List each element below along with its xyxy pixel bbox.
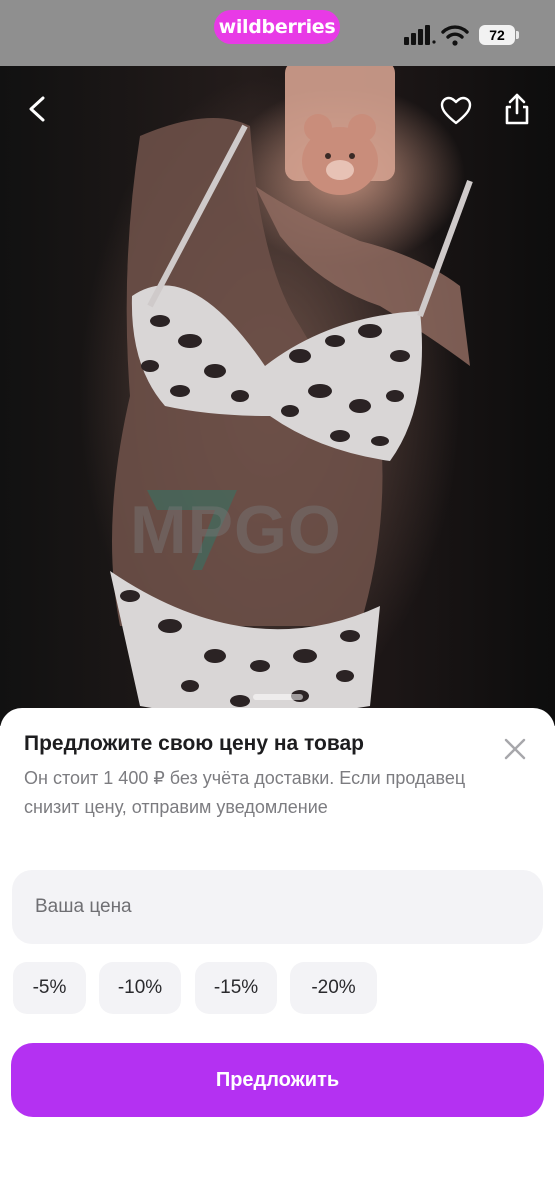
- battery-indicator: 72: [479, 25, 515, 45]
- product-photo[interactable]: MPGO: [0, 66, 555, 726]
- sheet-description: Он стоит 1 400 ₽ без учёта доставки. Есл…: [24, 768, 466, 817]
- product-photo-illustration: [110, 66, 473, 716]
- app-name-pill: wildberries: [214, 10, 340, 44]
- price-input[interactable]: [12, 870, 543, 944]
- discount-chip-10[interactable]: -10%: [99, 962, 181, 1014]
- back-icon[interactable]: [26, 96, 48, 122]
- cellular-signal-icon: [404, 25, 436, 45]
- discount-chip-5[interactable]: -5%: [13, 962, 86, 1014]
- sheet-title: Предложите свою цену на товар: [24, 732, 365, 755]
- close-icon[interactable]: [503, 737, 527, 761]
- wifi-icon: [441, 25, 469, 46]
- share-icon[interactable]: [503, 92, 531, 126]
- battery-tip: [516, 31, 519, 39]
- heart-icon[interactable]: [440, 96, 472, 126]
- watermark-text: MPGO: [130, 492, 342, 568]
- submit-offer-button[interactable]: Предложить: [11, 1043, 544, 1117]
- discount-chip-15[interactable]: -15%: [195, 962, 277, 1014]
- discount-chip-20[interactable]: -20%: [290, 962, 377, 1014]
- image-pager-indicator: [253, 694, 303, 700]
